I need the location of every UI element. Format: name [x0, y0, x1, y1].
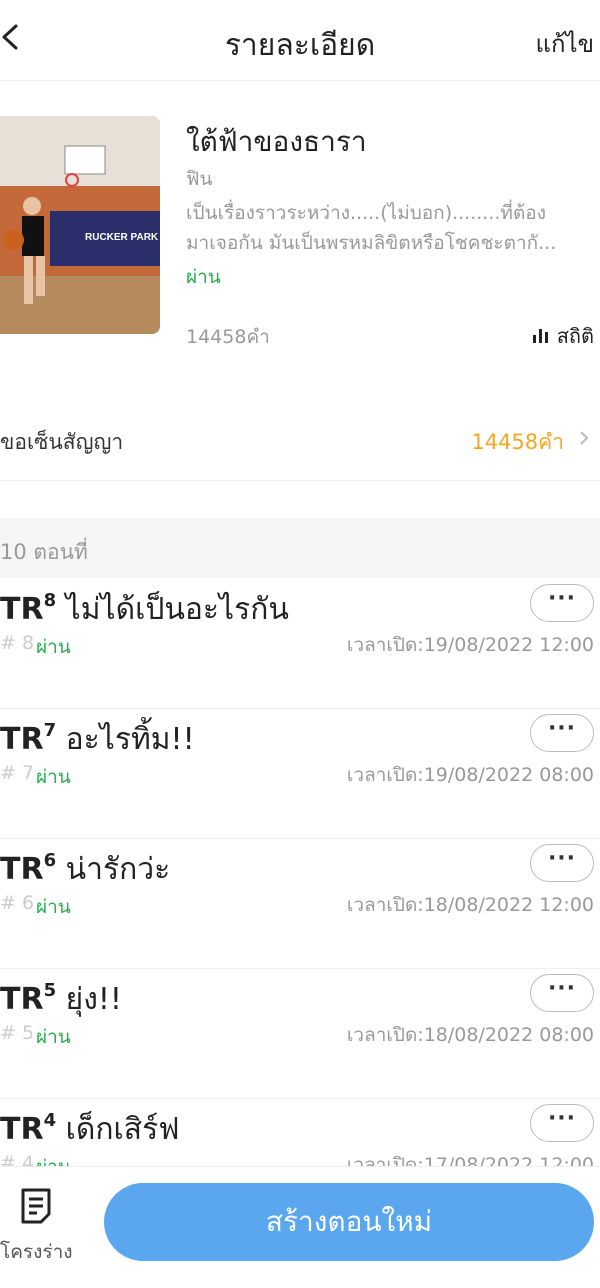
page-title: รายละเอียด [224, 28, 376, 63]
outline-document-icon [21, 1188, 51, 1224]
chapter-publish-time: เวลาเปิด:18/08/2022 08:00 [346, 1024, 594, 1046]
chapter-number: # 6 [0, 892, 35, 914]
create-new-chapter-button[interactable]: สร้างตอนใหม่ [104, 1183, 594, 1261]
bottom-bar: โครงร่าง สร้างตอนใหม่ [0, 1166, 600, 1288]
chapter-count: 10 ตอนที่ [0, 540, 88, 564]
chapter-title: TR6 น่ารักว่ะ [0, 850, 171, 887]
chapter-row[interactable]: TR6 น่ารักว่ะ ··· # 6 ผ่าน เวลาเปิด:18/0… [0, 838, 600, 969]
more-options-button[interactable]: ··· [530, 844, 594, 882]
bar-chart-icon [532, 329, 549, 343]
top-bar: รายละเอียด แก้ไข [0, 0, 600, 81]
chapter-row[interactable]: TR5 ยุ่ง!! ··· # 5 ผ่าน เวลาเปิด:18/08/2… [0, 968, 600, 1099]
chapter-row[interactable]: TR7 อะไรทิ้ม!! ··· # 7 ผ่าน เวลาเปิด:19/… [0, 708, 600, 839]
word-count: 14458คำ [186, 326, 270, 348]
contract-row[interactable]: ขอเซ็นสัญญา 14458คำ [0, 400, 600, 481]
chapter-title: TR8 ไม่ได้เป็นอะไรกัน [0, 590, 289, 627]
edit-button[interactable]: แก้ไข [536, 24, 594, 63]
chapter-publish-time: เวลาเปิด:19/08/2022 12:00 [346, 634, 594, 656]
stats-label: สถิติ [556, 324, 594, 348]
chevron-right-icon [580, 431, 589, 445]
chapter-number: # 7 [0, 762, 35, 784]
more-options-button[interactable]: ··· [530, 974, 594, 1012]
synopsis-line: มาเจอกัน มันเป็นพรหมลิขิตหรือโชคชะตากั..… [186, 232, 557, 254]
book-title: ใต้ฟ้าของธารา [186, 125, 367, 158]
book-status: ผ่าน [186, 266, 221, 288]
more-options-button[interactable]: ··· [530, 1104, 594, 1142]
chapter-title: TR7 อะไรทิ้ม!! [0, 720, 195, 757]
chapter-number: # 5 [0, 1022, 35, 1044]
chapter-publish-time: เวลาเปิด:19/08/2022 08:00 [346, 764, 594, 786]
cover-image: RUCKER PARK [0, 116, 160, 334]
author-name: ฟิน [186, 168, 213, 190]
more-options-button[interactable]: ··· [530, 714, 594, 752]
chapters-section-header: 10 ตอนที่ [0, 518, 600, 578]
synopsis-line: เป็นเรื่องราวระหว่าง.....(ไม่บอก).......… [186, 202, 546, 224]
chapter-row[interactable]: TR8 ไม่ได้เป็นอะไรกัน ··· # 8 ผ่าน เวลาเ… [0, 578, 600, 709]
contract-word-count: 14458คำ [471, 430, 564, 454]
chapter-status: ผ่าน [36, 766, 71, 788]
chapter-status: ผ่าน [36, 896, 71, 918]
outline-label: โครงร่าง [0, 1241, 73, 1263]
stats-button[interactable]: สถิติ [532, 320, 594, 352]
more-options-button[interactable]: ··· [530, 584, 594, 622]
chapter-title: TR4 เด็กเสิร์ฟ [0, 1110, 180, 1147]
contract-label: ขอเซ็นสัญญา [0, 430, 124, 454]
chapter-publish-time: เวลาเปิด:18/08/2022 12:00 [346, 894, 594, 916]
cover-text: RUCKER PARK [85, 232, 159, 243]
chapter-status: ผ่าน [36, 1026, 71, 1048]
book-cover[interactable]: RUCKER PARK [0, 116, 160, 334]
chapter-status: ผ่าน [36, 636, 71, 658]
chapter-number: # 8 [0, 632, 35, 654]
synopsis: เป็นเรื่องราวระหว่าง.....(ไม่บอก).......… [186, 198, 596, 258]
chapter-title: TR5 ยุ่ง!! [0, 980, 122, 1017]
